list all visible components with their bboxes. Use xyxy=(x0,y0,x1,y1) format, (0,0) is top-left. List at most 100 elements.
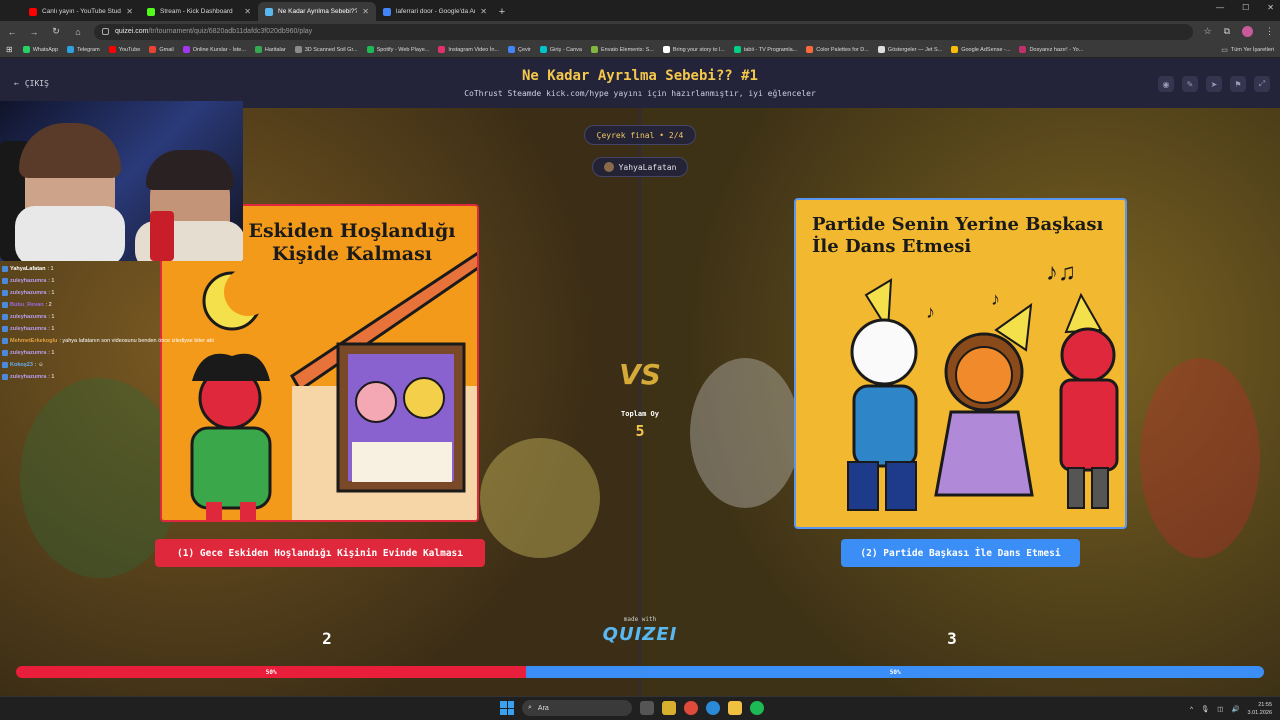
home-icon[interactable]: ⌂ xyxy=(72,27,84,37)
profile-avatar[interactable] xyxy=(1242,26,1253,37)
chat-badge-icon xyxy=(2,290,8,296)
chat-username[interactable]: zuleyhazumra xyxy=(10,311,46,323)
bookmark-item[interactable]: Online Kurslar - İste... xyxy=(182,46,246,53)
chat-username[interactable]: zuleyhazumra xyxy=(10,371,46,383)
chat-username[interactable]: MehmetErkekoglu xyxy=(10,335,57,347)
network-icon[interactable]: ◫ xyxy=(1217,705,1223,713)
extensions-icon[interactable]: ⧉ xyxy=(1224,26,1230,37)
browser-tab[interactable]: Stream - Kick Dashboard ✕ xyxy=(140,2,258,21)
forward-icon[interactable]: → xyxy=(28,27,40,37)
edge-icon[interactable] xyxy=(706,701,720,715)
task-view-icon[interactable] xyxy=(640,701,654,715)
minimize-icon[interactable]: — xyxy=(1216,3,1224,12)
choice-card-right[interactable]: Partide Senin Yerine Başkası İle Dans Et… xyxy=(794,198,1127,529)
close-window-icon[interactable]: ✕ xyxy=(1267,3,1274,12)
bookmark-favicon-icon xyxy=(806,46,814,53)
streamer-webcam xyxy=(0,101,243,261)
maximize-icon[interactable]: ☐ xyxy=(1242,3,1249,12)
bookmark-label: Bring your story to l... xyxy=(672,46,725,53)
bookmark-item[interactable]: Bring your story to l... xyxy=(662,46,725,53)
eye-icon[interactable]: ◉ xyxy=(1158,76,1174,92)
round-label: Çeyrek final • 2/4 xyxy=(596,130,684,140)
site-info-icon[interactable] xyxy=(102,28,109,35)
fullscreen-icon[interactable]: ⤢ xyxy=(1254,76,1270,92)
bookmark-item[interactable]: Gmail xyxy=(149,46,174,53)
tab-close-icon[interactable]: ✕ xyxy=(480,7,487,16)
folder-icon: ▭ xyxy=(1221,46,1228,54)
tab-close-icon[interactable]: ✕ xyxy=(126,7,133,16)
explorer-icon[interactable] xyxy=(662,701,676,715)
chat-username[interactable]: zuleyhazumra xyxy=(10,287,46,299)
chat-message: zuleyhazumra: 1 xyxy=(2,347,262,359)
spotify-icon[interactable] xyxy=(750,701,764,715)
browser-tab[interactable]: Canlı yayın - YouTube Studio ✕ xyxy=(22,2,140,21)
volume-icon[interactable]: 🔊 xyxy=(1231,705,1239,713)
chat-username[interactable]: YahyaLafatan xyxy=(10,263,45,275)
chat-badge-icon xyxy=(2,302,8,308)
chat-username[interactable]: Kokoş23 xyxy=(10,359,33,371)
chat-username[interactable]: zuleyhazumra xyxy=(10,275,46,287)
bookmark-label: Telegram xyxy=(77,46,100,53)
bookmark-item[interactable]: Haritalar xyxy=(254,46,286,53)
menu-icon[interactable]: ⋮ xyxy=(1265,26,1274,37)
bookmark-item[interactable]: Çevir xyxy=(508,46,531,53)
bookmark-item[interactable]: Göstergeler — Jet S... xyxy=(877,46,942,53)
flag-icon[interactable]: ⚑ xyxy=(1230,76,1246,92)
tab-close-icon[interactable]: ✕ xyxy=(362,7,369,16)
back-icon[interactable]: ← xyxy=(6,27,18,37)
quizei-logo[interactable]: QUIZEI xyxy=(596,624,684,645)
folder-icon[interactable] xyxy=(728,701,742,715)
bookmark-item[interactable]: Giriş - Canva xyxy=(539,46,582,53)
tab-close-icon[interactable]: ✕ xyxy=(244,7,251,16)
bookmark-item[interactable]: Spotify - Web Playe... xyxy=(366,46,430,53)
chat-badge-icon xyxy=(2,362,8,368)
bookmark-item[interactable]: Instagram Video İn... xyxy=(438,46,499,53)
share-icon[interactable]: ➤ xyxy=(1206,76,1222,92)
bookmark-item[interactable]: Telegram xyxy=(67,46,100,53)
start-icon[interactable] xyxy=(500,701,514,715)
svg-text:♪♫: ♪♫ xyxy=(1046,259,1076,286)
bookmark-label: Online Kurslar - İste... xyxy=(192,46,246,53)
bookmark-label: 3D Scanned Soil Gr... xyxy=(304,46,358,53)
new-tab-button[interactable]: + xyxy=(494,2,510,21)
bookmark-item[interactable]: tabii - TV Programla... xyxy=(733,46,797,53)
bookmark-label: Dosyanız hazır! - Yo... xyxy=(1029,46,1084,53)
bookmark-item[interactable]: 3D Scanned Soil Gr... xyxy=(294,46,358,53)
bookmark-item[interactable]: Color Palettes for D... xyxy=(806,46,869,53)
all-bookmarks[interactable]: ▭ Tüm Yer İşaretleri xyxy=(1221,46,1274,54)
chrome-icon[interactable] xyxy=(684,701,698,715)
bookmark-item[interactable]: WhatsApp xyxy=(22,46,58,53)
reload-icon[interactable]: ↻ xyxy=(50,26,62,37)
system-clock[interactable]: 21:55 3.01.2026 xyxy=(1248,701,1272,717)
tray-chevron-icon[interactable]: ^ xyxy=(1190,706,1193,713)
bookmark-star-icon[interactable]: ☆ xyxy=(1203,26,1211,37)
apps-icon[interactable]: ⊞ xyxy=(6,45,13,54)
taskbar-search[interactable]: ⌕ Ara xyxy=(522,700,632,716)
bookmark-label: Gmail xyxy=(159,46,174,53)
creator-badge[interactable]: YahyaLafatan xyxy=(592,157,688,177)
chat-username[interactable]: zuleyhazumra xyxy=(10,347,46,359)
stream-chat: YahyaLafatan: 1 zuleyhazumra: 1 zuleyhazum… xyxy=(2,263,262,383)
url-input[interactable]: quizei.com/tr/tournament/quiz/6820adb11d… xyxy=(94,23,1194,40)
chat-username[interactable]: Bubu_Revan xyxy=(10,299,44,311)
bookmark-favicon-icon xyxy=(438,46,446,53)
bookmark-item[interactable]: Dosyanız hazır! - Yo... xyxy=(1019,46,1083,53)
bookmark-favicon-icon xyxy=(951,46,959,53)
bookmark-label: Color Palettes for D... xyxy=(816,46,869,53)
bookmark-item[interactable]: YouTube xyxy=(108,46,140,53)
microphone-icon[interactable]: 🎙 xyxy=(1201,705,1209,713)
bookmark-item[interactable]: Google AdSense -... xyxy=(951,46,1010,53)
browser-tab[interactable]: Ne Kadar Ayrılma Sebebi?? #1 ✕ xyxy=(258,2,376,21)
choice-1-button[interactable]: (1) Gece Eskiden Hoşlandığı Kişinin Evin… xyxy=(155,539,485,567)
browser-tab-bar: Canlı yayın - YouTube Studio ✕ Stream - Ki… xyxy=(0,0,1280,21)
choice-2-button[interactable]: (2) Partide Başkası İle Dans Etmesi xyxy=(841,539,1080,567)
edit-icon[interactable]: ✎ xyxy=(1182,76,1198,92)
chat-username[interactable]: zuleyhazumra xyxy=(10,323,46,335)
bookmark-label: Spotify - Web Playe... xyxy=(376,46,430,53)
tab-title: Canlı yayın - YouTube Studio xyxy=(42,8,122,15)
clock-date: 3.01.2026 xyxy=(1247,710,1272,716)
browser-tab[interactable]: laferrari door - Google'da Ara ✕ xyxy=(376,2,494,21)
bookmark-item[interactable]: Envato Elements: S... xyxy=(590,46,654,53)
creator-name: YahyaLafatan xyxy=(618,162,677,172)
left-vote-count: 2 xyxy=(322,629,332,648)
